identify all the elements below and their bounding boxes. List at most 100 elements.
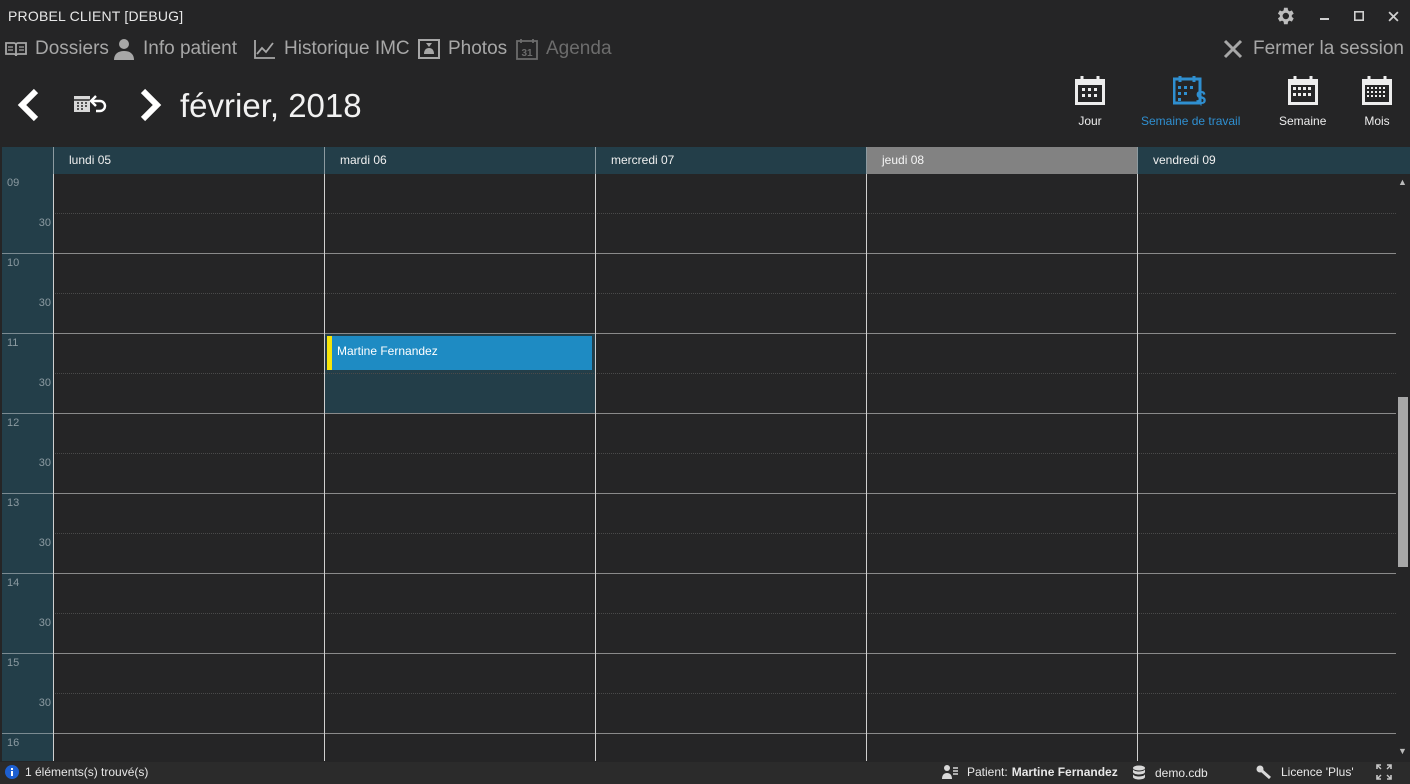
hour-line bbox=[53, 653, 1396, 654]
day-header-today[interactable]: jeudi 08 bbox=[866, 147, 1137, 174]
menu-item-label: Agenda bbox=[546, 38, 612, 59]
hour-label: 09 bbox=[7, 177, 20, 189]
hour-label: 13 bbox=[7, 497, 20, 509]
hour-divider bbox=[2, 413, 53, 414]
database-name: demo.cdb bbox=[1155, 766, 1208, 780]
time-slots-area[interactable]: Martine Fernandez bbox=[53, 174, 1410, 761]
logout-button[interactable]: Fermer la session bbox=[1223, 34, 1404, 64]
half-hour-label: 30 bbox=[38, 537, 51, 549]
hour-divider bbox=[2, 573, 53, 574]
maximize-button[interactable] bbox=[1346, 4, 1372, 28]
day-header-row: lundi 05 mardi 06 mercredi 07 jeudi 08 v… bbox=[2, 147, 1410, 174]
minimize-button[interactable] bbox=[1312, 4, 1338, 28]
chevron-right-icon bbox=[140, 88, 162, 122]
hour-line bbox=[53, 413, 1396, 414]
hour-divider bbox=[2, 493, 53, 494]
photo-icon bbox=[418, 39, 440, 59]
patient-label: Patient: bbox=[967, 765, 1008, 779]
half-hour-line bbox=[53, 613, 1396, 614]
line-chart-icon bbox=[254, 40, 275, 59]
menu-item-agenda[interactable]: 31 Agenda bbox=[516, 34, 612, 64]
menu-item-label: Photos bbox=[448, 38, 508, 59]
half-hour-label: 30 bbox=[38, 217, 51, 229]
view-label: Semaine de travail bbox=[1141, 114, 1241, 128]
previous-period-button[interactable] bbox=[14, 88, 44, 127]
appointment-title: Martine Fernandez bbox=[337, 344, 438, 358]
database-icon bbox=[1133, 765, 1145, 780]
menu-item-label: Info patient bbox=[143, 38, 238, 59]
hour-divider bbox=[2, 653, 53, 654]
half-hour-label: 30 bbox=[38, 457, 51, 469]
view-work-week-button[interactable]: $ Semaine de travail bbox=[1141, 76, 1240, 128]
day-header[interactable]: mardi 06 bbox=[324, 147, 595, 174]
hour-line bbox=[53, 573, 1396, 574]
scroll-down-icon[interactable]: ▼ bbox=[1398, 746, 1407, 756]
svg-text:31: 31 bbox=[521, 48, 533, 59]
hour-divider bbox=[2, 733, 53, 734]
calendar-toolbar: février, 2018 Jour $ Semaine de travail … bbox=[0, 72, 1410, 142]
result-count-label: 1 éléments(s) trouvé(s) bbox=[25, 765, 149, 779]
svg-text:$: $ bbox=[1196, 88, 1206, 106]
calendar-month-icon bbox=[1362, 76, 1392, 105]
hour-label: 15 bbox=[7, 657, 20, 669]
calendar-return-icon bbox=[74, 95, 107, 113]
hour-divider bbox=[2, 253, 53, 254]
view-week-button[interactable]: Semaine bbox=[1279, 76, 1326, 128]
view-month-button[interactable]: Mois bbox=[1361, 76, 1393, 128]
half-hour-label: 30 bbox=[38, 697, 51, 709]
view-day-button[interactable]: Jour bbox=[1074, 76, 1106, 128]
day-column-divider bbox=[53, 174, 54, 761]
go-to-today-button[interactable] bbox=[72, 92, 108, 125]
database-indicator: demo.cdb bbox=[1132, 765, 1208, 781]
half-hour-line bbox=[53, 213, 1396, 214]
menu-item-dossiers[interactable]: Dossiers bbox=[5, 34, 109, 64]
vertical-scrollbar[interactable]: ▲ ▼ bbox=[1396, 174, 1410, 761]
next-period-button[interactable] bbox=[135, 88, 165, 127]
day-column-divider bbox=[324, 174, 325, 761]
close-button[interactable] bbox=[1380, 4, 1406, 28]
app-title: PROBEL CLIENT [DEBUG] bbox=[8, 8, 184, 24]
day-column-divider bbox=[866, 174, 867, 761]
menu-item-photos[interactable]: Photos bbox=[418, 34, 507, 64]
fullscreen-icon bbox=[1376, 764, 1392, 780]
menu-item-historique-imc[interactable]: Historique IMC bbox=[254, 34, 410, 64]
day-header[interactable]: vendredi 09 bbox=[1137, 147, 1410, 174]
book-icon bbox=[5, 42, 27, 57]
main-menu: Dossiers Info patient Historique IMC Pho… bbox=[0, 34, 1410, 66]
scroll-up-icon[interactable]: ▲ bbox=[1398, 177, 1407, 187]
fullscreen-button[interactable] bbox=[1376, 764, 1401, 780]
hour-label: 14 bbox=[7, 577, 20, 589]
status-bar: 1 éléments(s) trouvé(s) Patient: Martine… bbox=[0, 762, 1410, 784]
settings-icon[interactable] bbox=[1272, 4, 1298, 28]
person-icon bbox=[114, 39, 134, 60]
appointment[interactable]: Martine Fernandez bbox=[327, 336, 592, 370]
hour-line bbox=[53, 333, 1396, 334]
half-hour-label: 30 bbox=[38, 297, 51, 309]
half-hour-label: 30 bbox=[38, 377, 51, 389]
patient-name: Martine Fernandez bbox=[1011, 765, 1118, 779]
view-label: Jour bbox=[1078, 114, 1102, 128]
calendar-workweek-icon: $ bbox=[1172, 76, 1206, 106]
half-hour-line bbox=[53, 693, 1396, 694]
day-header[interactable]: mercredi 07 bbox=[595, 147, 866, 174]
result-count: 1 éléments(s) trouvé(s) bbox=[5, 765, 148, 779]
info-icon bbox=[5, 765, 19, 779]
day-column-divider bbox=[595, 174, 596, 761]
calendar-grid: lundi 05 mardi 06 mercredi 07 jeudi 08 v… bbox=[2, 147, 1410, 761]
half-hour-line bbox=[53, 373, 1396, 374]
hour-label: 10 bbox=[7, 257, 20, 269]
current-period-title: février, 2018 bbox=[180, 87, 362, 124]
license-indicator: Licence 'Plus' bbox=[1256, 765, 1354, 779]
calendar-day-icon bbox=[1075, 76, 1105, 105]
view-label: Semaine bbox=[1279, 114, 1327, 128]
hour-label: 12 bbox=[7, 417, 20, 429]
logout-label: Fermer la session bbox=[1253, 38, 1404, 59]
scrollbar-thumb[interactable] bbox=[1398, 397, 1408, 567]
close-icon bbox=[1223, 39, 1243, 59]
day-header[interactable]: lundi 05 bbox=[53, 147, 324, 174]
day-column-divider bbox=[1137, 174, 1138, 761]
wrench-icon bbox=[1256, 765, 1271, 779]
menu-item-info-patient[interactable]: Info patient bbox=[113, 34, 237, 64]
hour-line bbox=[53, 493, 1396, 494]
appointment-marker bbox=[327, 336, 332, 370]
